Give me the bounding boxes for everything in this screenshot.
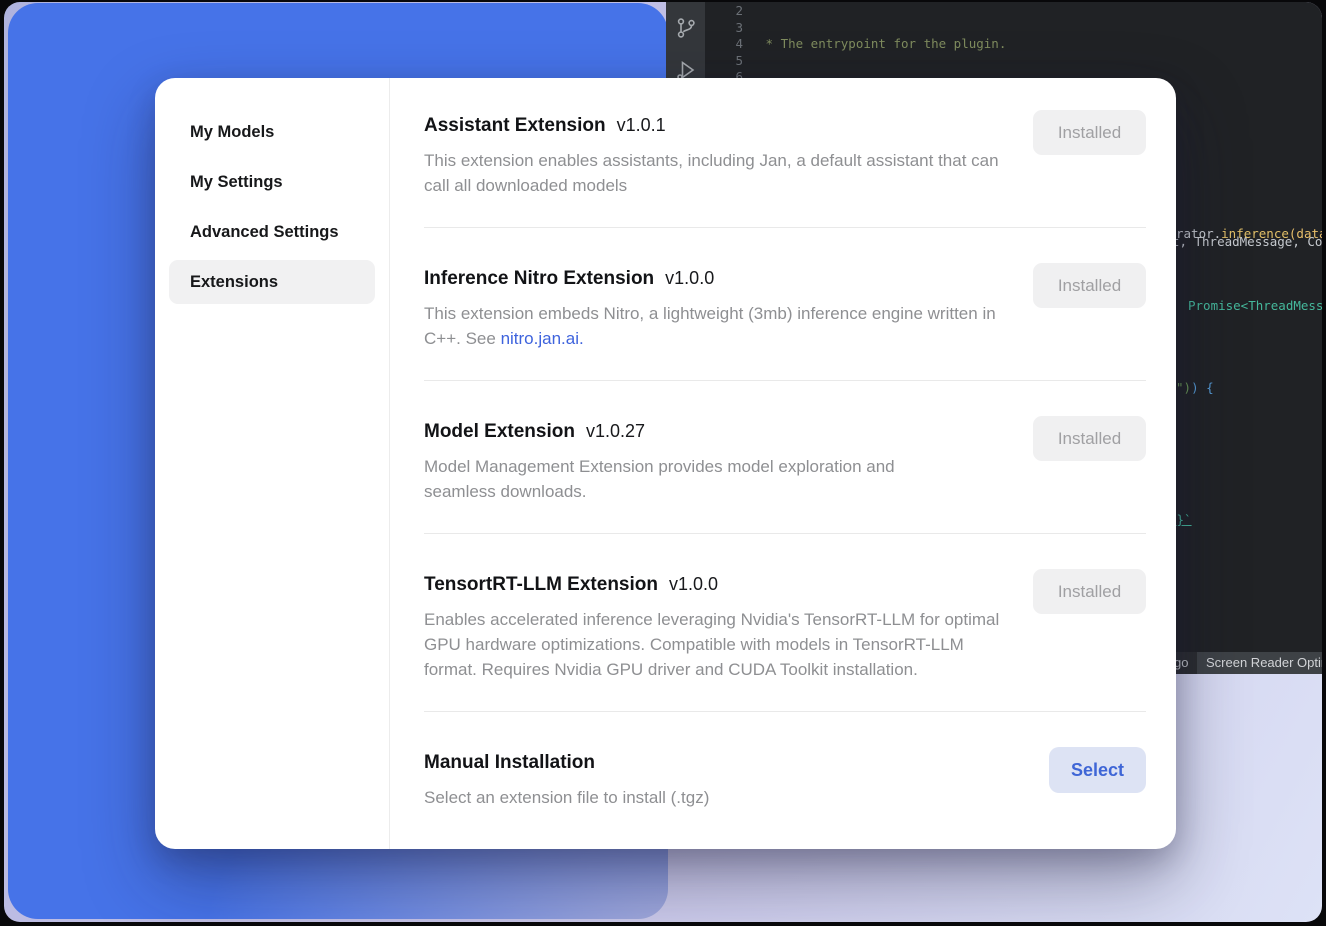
extension-item-assistant: Assistant Extensionv1.0.1 This extension… [424, 112, 1146, 228]
installed-button[interactable]: Installed [1033, 569, 1146, 614]
installed-button[interactable]: Installed [1033, 263, 1146, 308]
extension-title: Inference Nitro Extensionv1.0.0 [424, 265, 1009, 292]
app-window: 2 3 4 5 6 * The entrypoint for the plugi… [4, 2, 1322, 922]
editor-line-numbers: 2 3 4 5 6 [705, 3, 743, 86]
extensions-list: Assistant Extensionv1.0.1 This extension… [390, 78, 1176, 849]
installed-button[interactable]: Installed [1033, 110, 1146, 155]
extension-version: v1.0.0 [665, 268, 714, 288]
screen-reader-optimized-status[interactable]: Screen Reader Optimize [1197, 652, 1322, 674]
extension-description: Model Management Extension provides mode… [424, 454, 924, 504]
source-control-icon[interactable] [674, 16, 698, 40]
manual-installation-title: Manual Installation [424, 749, 1009, 776]
code-fragment-promise: Promise<ThreadMessage> [1188, 298, 1322, 313]
manual-installation-item: Manual Installation Select an extension … [424, 712, 1146, 839]
select-file-button[interactable]: Select [1049, 747, 1146, 793]
extension-description: This extension enables assistants, inclu… [424, 148, 1009, 198]
extension-version: v1.0.0 [669, 574, 718, 594]
extension-version: v1.0.27 [586, 421, 645, 441]
extension-description: This extension embeds Nitro, a lightweig… [424, 301, 1009, 351]
settings-sidebar: My Models My Settings Advanced Settings … [155, 78, 390, 849]
installed-button[interactable]: Installed [1033, 416, 1146, 461]
status-bar-text: go [1174, 652, 1188, 674]
code-fragment-inference: rator.inference(data)); [1176, 226, 1322, 241]
extension-item-inference-nitro: Inference Nitro Extensionv1.0.0 This ext… [424, 228, 1146, 381]
sidebar-item-advanced-settings[interactable]: Advanced Settings [169, 210, 375, 254]
extension-title: TensortRT-LLM Extensionv1.0.0 [424, 571, 1009, 598]
extension-title: Model Extensionv1.0.27 [424, 418, 1009, 445]
extension-title: Assistant Extensionv1.0.1 [424, 112, 1009, 139]
extension-description: Enables accelerated inference leveraging… [424, 607, 1009, 682]
settings-modal: My Models My Settings Advanced Settings … [155, 78, 1176, 849]
extension-version: v1.0.1 [617, 115, 666, 135]
sidebar-item-my-settings[interactable]: My Settings [169, 160, 375, 204]
sidebar-item-extensions[interactable]: Extensions [169, 260, 375, 304]
manual-installation-description: Select an extension file to install (.tg… [424, 785, 1009, 810]
code-fragment-braces: ")) { [1176, 380, 1214, 395]
sidebar-item-my-models[interactable]: My Models [169, 110, 375, 154]
extension-item-model: Model Extensionv1.0.27 Model Management … [424, 381, 1146, 534]
code-line-2: * The entrypoint for the plugin. [758, 36, 1322, 53]
extension-item-tensorrt-llm: TensortRT-LLM Extensionv1.0.0 Enables ac… [424, 534, 1146, 712]
nitro-jan-ai-link[interactable]: nitro.jan.ai. [501, 329, 584, 348]
